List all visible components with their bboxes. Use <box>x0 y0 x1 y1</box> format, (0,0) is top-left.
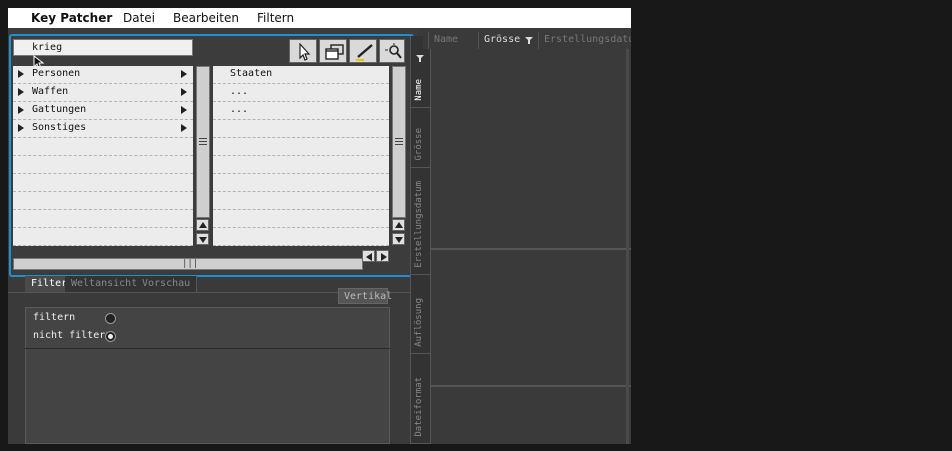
tab-weltansicht[interactable]: Weltansicht <box>65 276 145 293</box>
radio-nicht-filtern[interactable] <box>105 331 116 342</box>
sort-icon[interactable] <box>525 37 534 44</box>
vtab-erstellungsdatum[interactable]: Erstellungsdatum <box>411 168 431 275</box>
app-name: Key Patcher <box>31 11 113 25</box>
sort-icon[interactable] <box>416 55 425 62</box>
filter-divider <box>25 348 390 349</box>
vtab-aufloesung[interactable]: Auflösung <box>411 275 431 354</box>
selection-highlight <box>9 34 414 277</box>
filter-options-box <box>25 307 390 444</box>
vertical-sort-tabs: Name Grösse Erstellungsdatum Auflösung D… <box>410 36 431 444</box>
menu-datei[interactable]: Datei <box>123 11 155 25</box>
vertikal-button[interactable]: Vertikal <box>338 288 392 304</box>
column-header-bar: Name Grösse Erstellungsdatum <box>423 32 631 49</box>
option-label-nicht-filtern: nicht filtern <box>33 330 112 341</box>
vtab-groesse[interactable]: Grösse <box>411 108 431 168</box>
view-scrollbar[interactable] <box>626 49 629 444</box>
option-label-filtern: filtern <box>33 312 76 323</box>
menubar: Key Patcher Datei Bearbeiten Filtern <box>8 8 631 28</box>
view-separator <box>430 248 631 250</box>
column-header-erstellungsdatum[interactable]: Erstellungsdatum <box>538 32 631 49</box>
column-header-name[interactable]: Name <box>428 32 478 49</box>
menu-filtern[interactable]: Filtern <box>257 11 294 25</box>
app-window: Key Patcher Datei Bearbeiten Filtern kri… <box>8 8 631 444</box>
radio-filtern[interactable] <box>105 313 116 324</box>
vtab-dateiformat[interactable]: Dateiformat <box>411 354 431 444</box>
view-separator <box>430 385 631 387</box>
menu-bearbeiten[interactable]: Bearbeiten <box>173 11 239 25</box>
tab-vorschau[interactable]: Vorschau <box>136 276 198 293</box>
